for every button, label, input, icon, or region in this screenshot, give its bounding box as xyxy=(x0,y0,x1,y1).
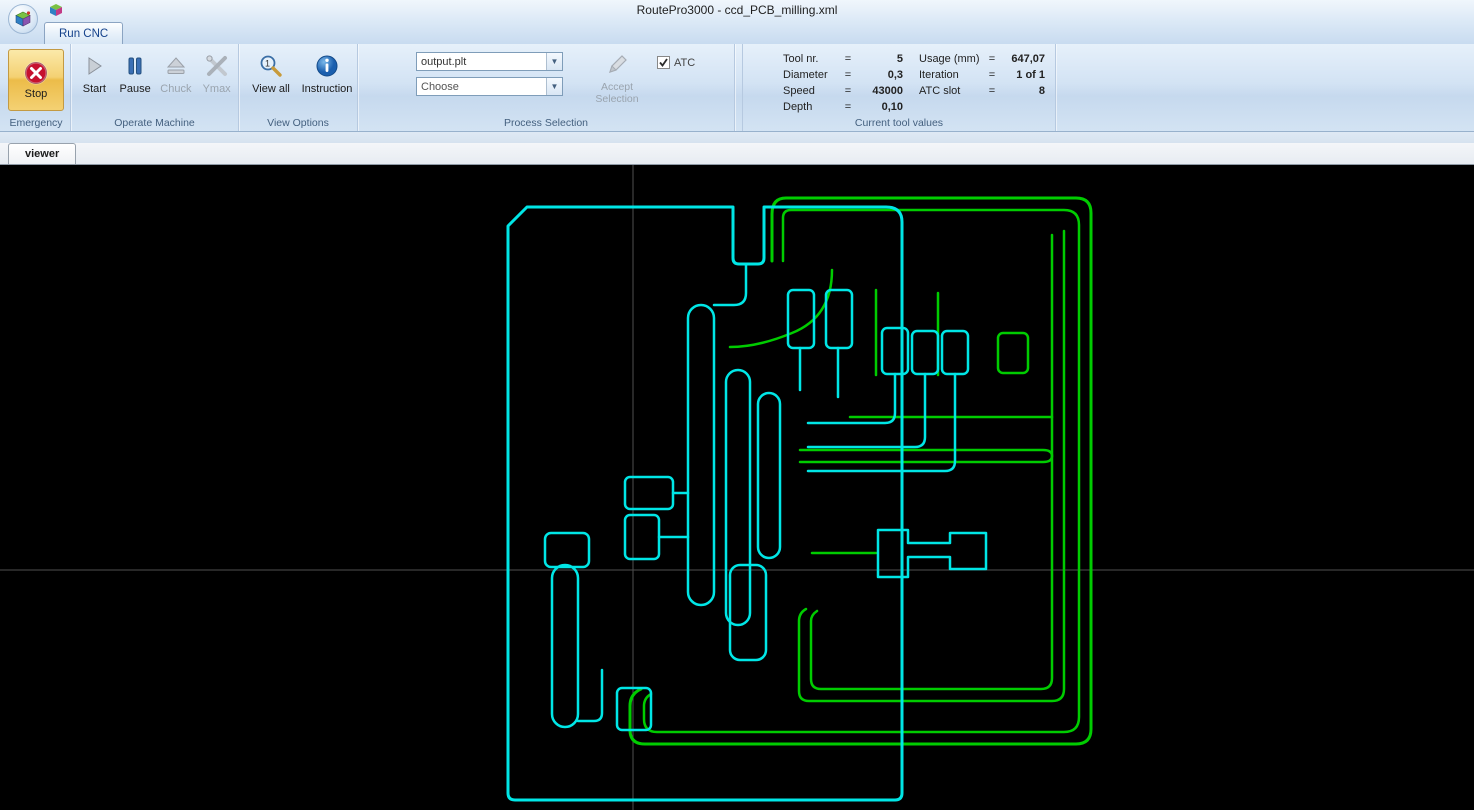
speed-value: 43000 xyxy=(872,85,903,97)
group-process-selection: output.plt ▼ Choose ▼ Accept Selection A… xyxy=(358,44,735,131)
dropdown-arrow-icon[interactable]: ▼ xyxy=(546,53,562,70)
ymax-button-label: Ymax xyxy=(202,83,231,95)
instruction-button-label: Instruction xyxy=(301,83,353,95)
title-bar: RoutePro3000 - ccd_PCB_milling.xml xyxy=(0,0,1474,34)
window-title: RoutePro3000 - ccd_PCB_milling.xml xyxy=(636,3,838,17)
depth-label: Depth xyxy=(783,101,813,113)
tool-nr-value: 5 xyxy=(896,53,903,65)
diameter-label: Diameter xyxy=(783,69,828,81)
group-label-view-options: View Options xyxy=(267,117,329,129)
diameter-value: 0,3 xyxy=(887,69,903,81)
group-label-current-tool-values: Current tool values xyxy=(854,117,944,129)
ribbon-tab-strip: Run CNC xyxy=(0,20,1474,44)
group-operate-machine: Start Pause Chuck Ymax Operate Machine xyxy=(71,44,239,131)
tab-viewer[interactable]: viewer xyxy=(8,143,77,164)
output-file-dropdown[interactable]: output.plt ▼ xyxy=(416,52,563,71)
view-all-button[interactable]: 1 View all xyxy=(245,52,297,95)
window-chrome: RoutePro3000 - ccd_PCB_milling.xml Run C… xyxy=(0,0,1474,44)
tools-icon xyxy=(206,55,227,76)
iteration-value: 1 of 1 xyxy=(1016,69,1045,81)
pause-icon xyxy=(128,57,142,75)
pcb-milling-paths xyxy=(0,165,1474,810)
group-view-options: 1 View all Instruction View Options xyxy=(239,44,358,131)
play-icon xyxy=(88,57,103,75)
chuck-button-label: Chuck xyxy=(160,83,192,95)
equals-sign: = xyxy=(844,85,852,97)
chuck-eject-icon xyxy=(166,57,185,74)
magnifier-icon: 1 xyxy=(260,55,282,77)
speed-label: Speed xyxy=(783,85,815,97)
output-file-dropdown-value: output.plt xyxy=(421,55,467,68)
usage-value: 647,07 xyxy=(1011,53,1045,65)
chuck-button[interactable]: Chuck xyxy=(157,52,196,95)
application-window: RoutePro3000 - ccd_PCB_milling.xml Run C… xyxy=(0,0,1474,810)
instruction-button[interactable]: Instruction xyxy=(301,52,353,95)
svg-text:1: 1 xyxy=(265,59,270,69)
depth-value: 0,10 xyxy=(881,101,903,113)
pause-button-label: Pause xyxy=(119,83,151,95)
group-emergency: Stop Emergency xyxy=(2,44,71,131)
accept-selection-label: Accept Selection xyxy=(595,81,638,105)
view-all-button-label: View all xyxy=(252,83,290,95)
crosshair xyxy=(0,165,1474,810)
dropdown-arrow-icon[interactable]: ▼ xyxy=(546,78,562,95)
info-icon xyxy=(316,55,338,77)
start-button[interactable]: Start xyxy=(75,52,114,95)
atc-slot-value: 8 xyxy=(1038,85,1045,97)
pencil-icon xyxy=(609,55,627,73)
viewer-canvas[interactable] xyxy=(0,165,1474,810)
group-label-operate-machine: Operate Machine xyxy=(114,117,195,129)
group-label-process-selection: Process Selection xyxy=(503,117,589,129)
quick-access-icon[interactable] xyxy=(48,2,64,18)
equals-sign: = xyxy=(844,69,852,81)
stop-button[interactable]: Stop xyxy=(8,49,64,111)
ribbon: Stop Emergency Start Pause Chuck Ymax Op… xyxy=(0,44,1474,132)
accept-label-line2: Selection xyxy=(595,93,639,105)
atc-slot-label: ATC slot xyxy=(919,85,961,97)
check-icon xyxy=(659,58,668,67)
tool-nr-label: Tool nr. xyxy=(783,53,819,65)
tab-run-cnc[interactable]: Run CNC xyxy=(44,22,124,44)
atc-checkbox-field[interactable]: ATC xyxy=(657,56,695,69)
equals-sign: = xyxy=(988,85,996,97)
equals-sign: = xyxy=(988,69,996,81)
stop-button-label: Stop xyxy=(24,87,48,100)
app-cube-icon xyxy=(15,11,31,27)
choose-dropdown-value: Choose xyxy=(421,80,459,93)
accept-label-line1: Accept xyxy=(600,81,634,93)
ribbon-lower-band xyxy=(0,132,1474,143)
group-current-tool-values: Tool nr. = 5 Diameter = 0,3 Speed = 4300… xyxy=(742,44,1056,131)
start-button-label: Start xyxy=(82,83,106,95)
choose-dropdown[interactable]: Choose ▼ xyxy=(416,77,563,96)
usage-label: Usage (mm) xyxy=(919,53,980,65)
viewer-tab-strip: viewer xyxy=(0,143,1474,165)
equals-sign: = xyxy=(844,101,852,113)
ymax-button[interactable]: Ymax xyxy=(197,52,236,95)
cyan-toolpath xyxy=(506,205,988,802)
accept-selection-button[interactable]: Accept Selection xyxy=(587,52,647,105)
application-menu-button[interactable] xyxy=(8,4,38,34)
equals-sign: = xyxy=(988,53,996,65)
atc-checkbox[interactable] xyxy=(657,56,670,69)
stop-icon xyxy=(24,60,48,85)
tool-values-right-table: Usage (mm) = 647,07 Iteration = 1 of 1 A… xyxy=(919,51,1045,115)
equals-sign: = xyxy=(844,53,852,65)
tool-values-left-table: Tool nr. = 5 Diameter = 0,3 Speed = 4300… xyxy=(783,51,903,115)
small-cube-icon xyxy=(50,4,62,16)
group-label-emergency: Emergency xyxy=(9,117,63,129)
atc-checkbox-label: ATC xyxy=(674,56,696,69)
iteration-label: Iteration xyxy=(919,69,959,81)
pause-button[interactable]: Pause xyxy=(116,52,155,95)
tool-values-grid: Tool nr. = 5 Diameter = 0,3 Speed = 4300… xyxy=(743,44,1055,115)
